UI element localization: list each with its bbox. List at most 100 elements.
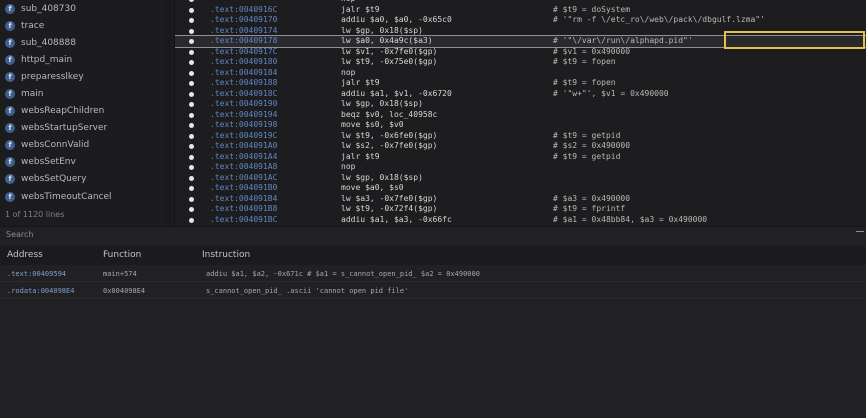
column-header-address[interactable]: Address (7, 250, 43, 260)
breakpoint-dot-icon[interactable] (189, 133, 194, 139)
breakpoint-dot-icon[interactable] (189, 112, 194, 118)
code-comment: # $t9 = getpid (553, 151, 621, 161)
function-list-item[interactable]: f sub_408730 (0, 0, 174, 17)
function-list-item[interactable]: f trace (0, 17, 174, 34)
code-line[interactable]: .text:0040919C lw $t9, -0x6fe0($gp) # $t9 … (175, 131, 866, 142)
code-address: .text:00409190 (210, 99, 278, 108)
code-line[interactable]: .text:00409198 move $s0, $v0 (175, 120, 866, 131)
function-list-item[interactable]: f websTimeoutCancel (0, 188, 174, 205)
function-name: websReapChildren (21, 106, 105, 117)
function-list-item[interactable]: f main (0, 85, 174, 102)
column-header-instruction[interactable]: Instruction (202, 250, 250, 260)
breakpoint-dot-icon[interactable] (189, 7, 194, 13)
function-list-item[interactable]: f websSetEnv (0, 154, 174, 171)
code-comment: # $t9 = fopen (553, 78, 616, 87)
breakpoint-dot-icon[interactable] (189, 18, 194, 23)
code-instruction: addiu $a1, $v1, -0x6720 (341, 88, 452, 98)
breakpoint-dot-icon[interactable] (189, 28, 194, 34)
function-name: sub_408888 (21, 37, 76, 48)
code-instruction: lw $gp, 0x18($sp) (341, 99, 423, 108)
function-list-item[interactable]: f websSetQuery (0, 171, 174, 188)
function-name: trace (21, 20, 45, 31)
breakpoint-dot-icon[interactable] (189, 175, 194, 181)
code-line[interactable]: .text:004091B0 move $a0, $s0 (175, 183, 866, 194)
code-instruction: nop (341, 67, 356, 77)
code-line[interactable]: .text:0040916C jalr $t9 # $t9 = doSystem (175, 5, 866, 16)
code-line[interactable]: .text:004091AC lw $gp, 0x18($sp) (175, 173, 866, 184)
code-comment: # $a1 = 0x48bb84, $a3 = 0x490000 (553, 214, 708, 224)
breakpoint-dot-icon[interactable] (189, 217, 194, 223)
code-instruction: beqz $v0, loc_40958c (341, 109, 438, 119)
breakpoint-dot-icon[interactable] (189, 70, 194, 76)
code-line[interactable]: .text:00409190 lw $gp, 0x18($sp) (175, 99, 866, 110)
function-icon: f (5, 123, 15, 134)
function-name: httpd_main (21, 54, 73, 65)
code-comment: # '"w+"', $v1 = 0x490000 (553, 88, 669, 98)
code-instruction: lw $gp, 0x18($sp) (341, 25, 423, 35)
code-comment: # $t9 = fprintf (553, 204, 626, 213)
function-icon: f (5, 71, 15, 82)
code-line-selected[interactable]: .text:00409178 lw $a0, 0x4a9c($a3) # '"\/v… (175, 35, 866, 48)
function-icon: f (5, 140, 15, 151)
function-icon: f (5, 54, 15, 65)
breakpoint-dot-icon[interactable] (189, 60, 194, 65)
code-address: .text:0040919C (210, 130, 278, 140)
code-line[interactable]: .text:004091A0 lw $s2, -0x7fe0($gp) # $s2 … (175, 141, 866, 152)
function-list-item[interactable]: f websReapChildren (0, 103, 174, 120)
function-list-scrollbar[interactable] (165, 0, 171, 226)
breakpoint-dot-icon[interactable] (189, 207, 194, 212)
code-line[interactable]: .text:004091A8 nop (175, 162, 866, 173)
function-icon: f (5, 20, 15, 31)
code-line[interactable]: .text:0040917C lw $v1, -0x7fe0($gp) # $v1 … (175, 47, 866, 58)
function-list-item[interactable]: f websStartupServer (0, 120, 174, 137)
results-table-header: Address Function Instruction (0, 246, 866, 265)
column-header-function[interactable]: Function (103, 250, 141, 260)
result-row[interactable]: .rodata:004098E4 0x004098E4 s_cannot_open_… (0, 282, 866, 299)
function-list-item[interactable]: f httpd_main (0, 51, 174, 68)
code-address: .text:00409188 (210, 78, 278, 87)
code-line[interactable]: .text:00409180 lw $t9, -0x75e0($gp) # $t9 … (175, 57, 866, 68)
breakpoint-dot-icon[interactable] (189, 39, 194, 44)
result-row[interactable]: .text:00409594 main+574 addiu $a1, $a2, -0… (0, 265, 866, 282)
code-line[interactable]: .text:004091B8 lw $t9, -0x72f4($gp) # $t9 … (175, 204, 866, 215)
code-instruction: move $a0, $s0 (341, 183, 404, 192)
code-line[interactable]: .text:00409170 addiu $a0, $a0, -0x65c0 # '… (175, 15, 866, 26)
code-address: .text:00409178 (210, 36, 278, 45)
breakpoint-dot-icon[interactable] (189, 154, 194, 160)
breakpoint-dot-icon[interactable] (189, 49, 194, 55)
function-name: preparesslkey (21, 71, 84, 82)
breakpoint-dot-icon[interactable] (189, 81, 194, 86)
function-list-item[interactable]: f websConnValid (0, 137, 174, 154)
minimize-icon[interactable] (856, 231, 864, 232)
function-name: websSetEnv (21, 157, 76, 168)
code-address: .text:0040918C (210, 88, 278, 98)
code-address: .text:00409170 (210, 15, 278, 24)
breakpoint-dot-icon[interactable] (189, 196, 194, 202)
code-line[interactable]: .text:00409194 beqz $v0, loc_40958c (175, 110, 866, 121)
breakpoint-dot-icon[interactable] (189, 186, 194, 191)
breakpoint-dot-icon[interactable] (189, 165, 194, 170)
search-results-panel: Search Address Function Instruction .tex… (0, 226, 866, 418)
disassembly-view[interactable]: nop .text:0040916C jalr $t9 # $t9 = doSyste… (175, 0, 866, 226)
breakpoint-dot-icon[interactable] (189, 91, 194, 97)
code-instruction: lw $v1, -0x7fe0($gp) (341, 46, 438, 56)
code-address: .text:004091B0 (210, 183, 278, 192)
code-line[interactable]: .text:0040918C addiu $a1, $v1, -0x6720 # '… (175, 89, 866, 100)
function-icon: f (5, 174, 15, 185)
breakpoint-dot-icon[interactable] (189, 144, 194, 149)
breakpoint-dot-icon[interactable] (189, 102, 194, 107)
function-icon: f (5, 191, 15, 202)
code-comment: # '"rm -f \/etc_ro\/web\/pack\/dbgulf.lz… (553, 15, 765, 24)
function-list-item[interactable]: f sub_408888 (0, 34, 174, 51)
code-line[interactable]: .text:004091BC addiu $a1, $a3, -0x66fc # $… (175, 215, 866, 226)
code-line[interactable]: .text:00409174 lw $gp, 0x18($sp) (175, 26, 866, 37)
function-list-item[interactable]: f preparesslkey (0, 68, 174, 85)
breakpoint-dot-icon[interactable] (189, 0, 194, 2)
code-line[interactable]: .text:004091A4 jalr $t9 # $t9 = getpid (175, 152, 866, 163)
code-line[interactable]: .text:00409188 jalr $t9 # $t9 = fopen (175, 78, 866, 89)
code-line[interactable]: .text:004091B4 lw $a3, -0x7fe0($gp) # $a3 … (175, 194, 866, 205)
breakpoint-dot-icon[interactable] (189, 123, 194, 128)
code-instruction: lw $t9, -0x72f4($gp) (341, 204, 438, 213)
code-line[interactable]: .text:00409184 nop (175, 68, 866, 79)
code-address: .text:00409184 (210, 67, 278, 77)
